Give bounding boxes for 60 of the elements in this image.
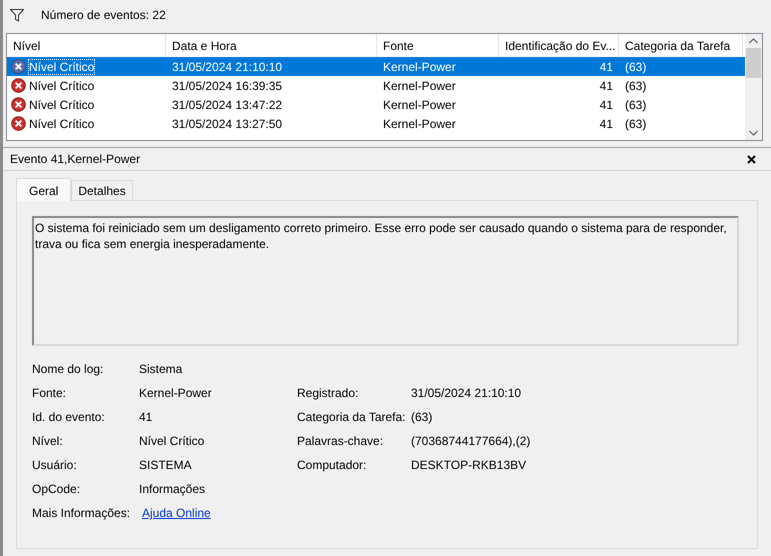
table-cell: (63) bbox=[625, 98, 646, 112]
table-cell: Kernel-Power bbox=[383, 98, 456, 112]
tab[interactable]: Geral bbox=[16, 178, 72, 201]
field-label: Palavras-chave: bbox=[297, 433, 384, 449]
close-icon[interactable] bbox=[747, 154, 756, 164]
table-cell: Nível Crítico bbox=[29, 98, 94, 112]
field-value: DESKTOP-RKB13BV bbox=[411, 457, 528, 473]
scroll-up-icon[interactable] bbox=[749, 38, 758, 44]
field-value: Nível Crítico bbox=[139, 433, 206, 449]
field-value: 31/05/2024 21:10:10 bbox=[411, 385, 522, 401]
table-cell: 31/05/2024 13:47:22 bbox=[172, 98, 282, 112]
scroll-down-icon[interactable] bbox=[749, 130, 758, 136]
table-cell: Kernel-Power bbox=[383, 116, 456, 130]
table-cell: Nível Crítico bbox=[29, 78, 94, 92]
field-value: Informações bbox=[139, 481, 206, 497]
event-row[interactable]: Nível Crítico 31/05/2024 13:47:22 Kernel-Power 41 (63) bbox=[7, 95, 745, 114]
table-cell: Kernel-Power bbox=[383, 78, 456, 92]
table-cell: 31/05/2024 21:10:10 bbox=[172, 60, 282, 74]
event-count: Número de eventos: 22 bbox=[41, 8, 166, 22]
event-row[interactable]: Nível Crítico 31/05/2024 16:39:35 Kernel-Power 41 (63) bbox=[7, 76, 745, 95]
tab[interactable]: Detalhes bbox=[71, 180, 133, 200]
field-label: Id. do evento: bbox=[32, 409, 106, 425]
error-icon bbox=[11, 78, 26, 93]
event-title: Evento 41,Kernel-Power bbox=[10, 152, 140, 166]
table-cell: Nível Crítico bbox=[29, 116, 94, 130]
field-value: 41 bbox=[139, 409, 154, 425]
event-row[interactable]: Nível Crítico 31/05/2024 13:27:50 Kernel-Power 41 (63) bbox=[7, 114, 745, 133]
event-row[interactable]: Nível Crítico 31/05/2024 21:10:10 Kernel-Power 41 (63) bbox=[7, 57, 745, 76]
table-cell: 31/05/2024 13:27:50 bbox=[172, 116, 282, 130]
table-cell: 41 bbox=[600, 78, 613, 92]
error-icon bbox=[11, 97, 26, 112]
field-label: Nome do log: bbox=[32, 361, 104, 377]
table-cell: (63) bbox=[625, 116, 646, 130]
field-label: Categoria da Tarefa: bbox=[297, 409, 407, 425]
filter-icon bbox=[10, 8, 24, 22]
scrollbar-thumb[interactable] bbox=[746, 48, 761, 78]
field-value: SISTEMA bbox=[139, 457, 193, 473]
field-label: Usuário: bbox=[32, 457, 78, 473]
help-link[interactable]: Ajuda Online bbox=[142, 506, 211, 520]
field-label: Mais Informações: bbox=[32, 505, 132, 521]
table-cell: Kernel-Power bbox=[383, 60, 456, 74]
error-icon bbox=[11, 59, 26, 74]
table-cell: Nível Crítico bbox=[29, 60, 94, 74]
field-label: Registrado: bbox=[297, 385, 360, 401]
table-cell: 41 bbox=[600, 60, 613, 74]
table-cell: (63) bbox=[625, 60, 646, 74]
field-value: Sistema bbox=[139, 361, 184, 377]
field-label: OpCode: bbox=[32, 481, 82, 497]
field-value: Kernel-Power bbox=[139, 385, 213, 401]
field-label: Nível: bbox=[32, 433, 64, 449]
field-label: Computador: bbox=[297, 457, 368, 473]
table-cell: (63) bbox=[625, 78, 646, 92]
field-value: (63) bbox=[411, 409, 434, 425]
table-cell: 31/05/2024 16:39:35 bbox=[172, 78, 282, 92]
description-text: O sistema foi reiniciado sem um desligamento correto primeiro. Esse erro pode ser causado quando o sistema para de responder, trava ou fica sem energia inesperadamente. bbox=[35, 220, 728, 252]
error-icon bbox=[11, 116, 26, 131]
field-value: (70368744177664),(2) bbox=[411, 433, 532, 449]
field-label: Fonte: bbox=[32, 385, 68, 401]
table-cell: 41 bbox=[600, 98, 613, 112]
table-cell: 41 bbox=[600, 116, 613, 130]
